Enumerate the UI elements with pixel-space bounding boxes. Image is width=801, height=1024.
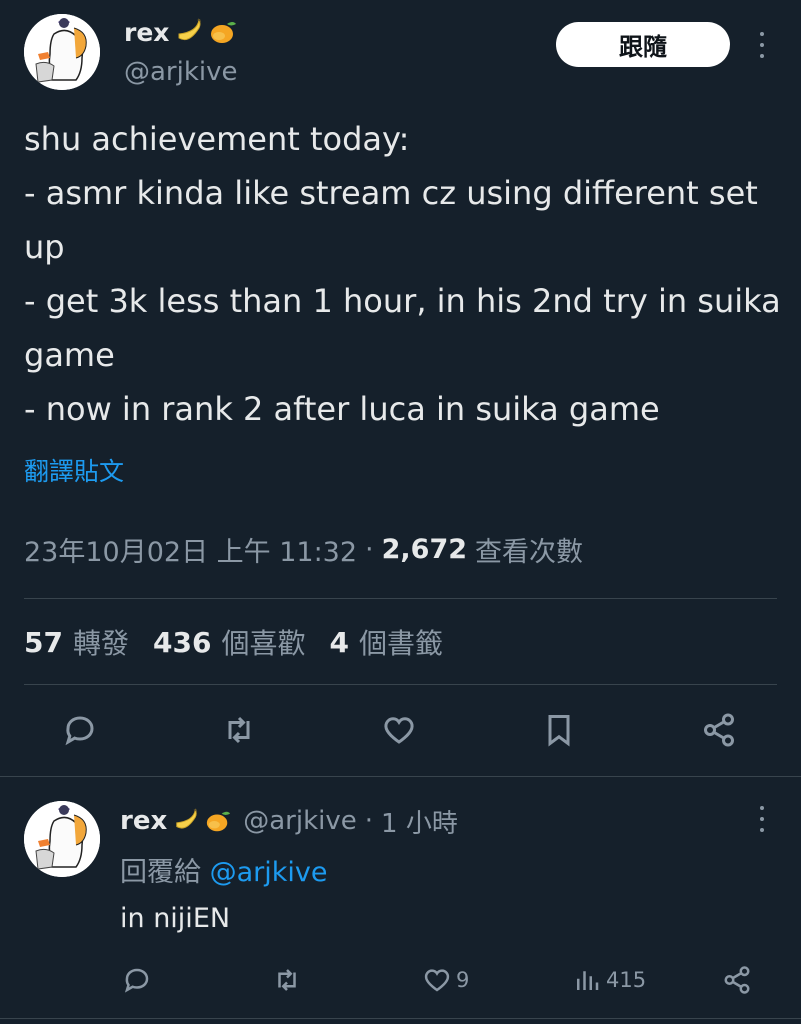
reply-icon — [124, 968, 149, 993]
more-options-icon[interactable] — [758, 32, 766, 58]
mango-emoji — [207, 811, 231, 832]
share-icon — [704, 713, 734, 747]
divider — [0, 776, 801, 777]
reply-to-label: 回覆給 — [120, 857, 201, 888]
engagement-stats: 57 轉發 436 個喜歡 4 個書籤 — [24, 622, 457, 662]
author-handle[interactable]: @arjkive — [124, 57, 238, 87]
retweets-label[interactable]: 轉發 — [73, 622, 129, 662]
views-label: 查看次數 — [475, 537, 584, 568]
bookmarks-label[interactable]: 個書籤 — [359, 622, 443, 662]
share-button[interactable] — [697, 708, 741, 752]
tweet-text: shu achievement today: - asmr kinda like… — [24, 120, 781, 428]
share-icon — [724, 966, 750, 994]
divider — [24, 598, 777, 599]
replying-to: 回覆給 @arjkive — [120, 850, 327, 889]
translate-post-link[interactable]: 翻譯貼文 — [24, 452, 124, 488]
divider — [0, 1018, 801, 1019]
reply-author-name[interactable]: rex — [120, 806, 167, 836]
views-icon — [577, 971, 599, 990]
reply-time[interactable]: 1 小時 — [381, 803, 458, 840]
likes-count[interactable]: 436 — [153, 626, 211, 659]
tweet-meta: 23年10月02日 上午 11:32 · 2,672 查看次數 — [24, 530, 583, 569]
divider — [24, 684, 777, 685]
likes-label[interactable]: 個喜歡 — [221, 622, 305, 662]
author-name-line[interactable]: rex — [124, 16, 237, 48]
reply-time-separator: · — [364, 806, 374, 836]
reply-more-options-icon[interactable] — [758, 806, 766, 832]
reply-retweet-button[interactable] — [272, 963, 302, 997]
banana-emoji — [176, 808, 198, 829]
bookmark-button[interactable] — [537, 708, 581, 752]
reply-avatar[interactable] — [24, 801, 100, 877]
views-count: 2,672 — [381, 534, 468, 565]
bookmarks-count[interactable]: 4 — [329, 626, 348, 659]
reply-button[interactable] — [58, 708, 102, 752]
reply-share-button[interactable] — [722, 963, 752, 997]
reply-author-handle[interactable]: @arjkive — [243, 806, 357, 836]
banana-emoji — [178, 18, 202, 41]
meta-separator: · — [365, 534, 374, 565]
retweet-icon — [228, 716, 250, 744]
mango-emoji — [211, 22, 237, 43]
bookmark-icon — [548, 715, 570, 747]
reply-views-button[interactable]: 415 — [572, 963, 646, 997]
like-icon — [424, 969, 450, 992]
reply-reply-button[interactable] — [122, 963, 152, 997]
like-button[interactable] — [377, 708, 421, 752]
author-name[interactable]: rex — [124, 18, 169, 47]
reply-icon — [65, 716, 94, 746]
avatar-image — [24, 14, 100, 90]
timestamp[interactable]: 23年10月02日 上午 11:32 — [24, 530, 357, 569]
avatar-image — [24, 801, 100, 877]
reply-views-count: 415 — [606, 968, 647, 992]
follow-button[interactable]: 跟隨 — [556, 22, 730, 67]
reply-to-mention[interactable]: @arjkive — [210, 857, 328, 888]
retweet-icon — [278, 969, 296, 991]
reply-likes-count: 9 — [456, 968, 470, 992]
like-icon — [384, 717, 414, 744]
reply-like-button[interactable]: 9 — [422, 963, 469, 997]
retweet-button[interactable] — [217, 708, 261, 752]
reply-text: in nijiEN — [120, 903, 231, 934]
retweets-count[interactable]: 57 — [24, 626, 63, 659]
avatar[interactable] — [24, 14, 100, 90]
reply-header: rex @arjkive · 1 小時 — [120, 803, 458, 839]
